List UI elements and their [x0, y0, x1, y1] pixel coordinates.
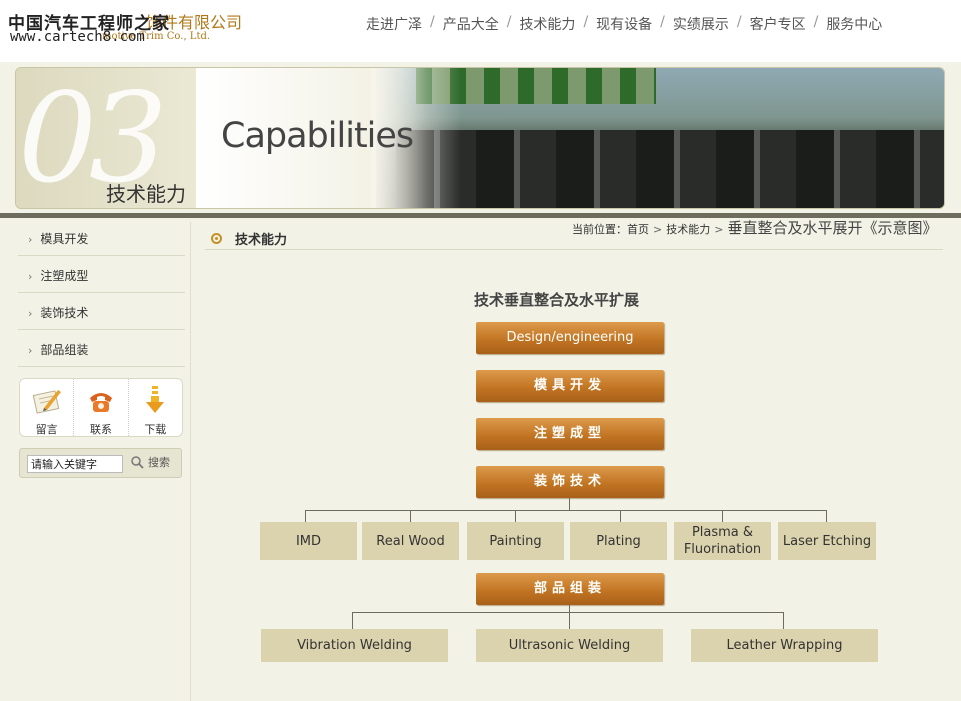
search-input[interactable] — [27, 455, 123, 473]
connector-line — [826, 510, 827, 522]
banner-title-en: Capabilities — [221, 116, 414, 156]
sidebar-item-label: 模具开发 — [40, 232, 89, 246]
quick-label-contact: 联系 — [89, 423, 112, 436]
search-icon — [131, 456, 144, 469]
nav-divider: / — [583, 14, 589, 30]
sidebar-item-mold-development[interactable]: › 模具开发 — [18, 219, 185, 256]
assembly-vibration-welding: Vibration Welding — [261, 629, 448, 662]
page-title-text: 技术能力 — [235, 233, 288, 248]
sidebar: › 模具开发 › 注塑成型 › 装饰技术 › 部品组装 留言 联系 下载 请输入… — [0, 218, 190, 701]
column-divider — [190, 222, 191, 701]
sidebar-item-decoration[interactable]: › 装饰技术 — [18, 293, 185, 330]
nav-item-customers[interactable]: 客户专区 — [744, 14, 812, 34]
download-link[interactable]: 下载 — [129, 379, 182, 436]
breadcrumb-prefix: 当前位置： — [572, 223, 627, 236]
sidebar-item-label: 注塑成型 — [40, 269, 89, 283]
nav-item-equipment[interactable]: 现有设备 — [590, 14, 658, 34]
quick-label-download: 下载 — [144, 423, 167, 436]
stage-assembly: 部品组装 — [476, 573, 664, 605]
chevron-right-icon: > — [653, 223, 663, 236]
connector-line — [352, 612, 784, 613]
nav-item-about[interactable]: 走进广泽 — [360, 14, 428, 34]
bullet-circle-icon — [211, 233, 222, 244]
sidebar-item-label: 装饰技术 — [40, 306, 89, 320]
chevron-right-icon: > — [714, 223, 724, 236]
telephone-icon — [89, 393, 112, 412]
banner-title-cn: 技术能力 — [106, 182, 186, 206]
connector-line — [569, 605, 570, 612]
assembly-leather-wrapping: Leather Wrapping — [691, 629, 878, 662]
nav-item-service[interactable]: 服务中心 — [820, 14, 888, 34]
message-link[interactable]: 留言 — [20, 379, 75, 436]
connector-line — [352, 612, 353, 629]
nav-divider: / — [506, 14, 512, 30]
contact-link[interactable]: 联系 — [74, 379, 129, 436]
breadcrumb-section[interactable]: 技术能力 — [666, 223, 710, 236]
quick-label-message: 留言 — [35, 423, 58, 436]
stage-mold-development: 模具开发 — [476, 370, 664, 402]
nav-divider: / — [736, 14, 742, 30]
search-button[interactable]: 搜索 — [130, 454, 170, 470]
connector-line — [722, 510, 723, 522]
breadcrumb-current: 垂直整合及水平展开《示意图》 — [727, 219, 938, 237]
technique-real-wood: Real Wood — [362, 522, 459, 560]
main-nav: 走进广泽 / 产品大全 / 技术能力 / 现有设备 / 实绩展示 / 客户专区 … — [360, 14, 888, 34]
nav-divider: / — [813, 14, 819, 30]
stage-decoration: 装饰技术 — [476, 466, 664, 498]
message-pencil-icon — [32, 390, 61, 414]
nav-divider: / — [660, 14, 665, 30]
hero-banner: 03 技术能力 Capabilities — [15, 67, 945, 209]
nav-item-achievements[interactable]: 实绩展示 — [667, 14, 735, 34]
technique-plasma-fluorination: Plasma & Fluorination — [674, 522, 771, 560]
title-rule — [205, 249, 943, 250]
stage-injection-molding: 注塑成型 — [476, 418, 664, 450]
office-photo-desks — [396, 130, 944, 208]
diagram-title: 技术垂直整合及水平扩展 — [474, 291, 640, 309]
breadcrumb: 当前位置：首页 > 技术能力 > 垂直整合及水平展开《示意图》 — [572, 220, 944, 238]
connector-line — [305, 510, 826, 511]
connector-line — [783, 612, 784, 629]
nav-divider: / — [430, 14, 435, 30]
nav-item-capabilities[interactable]: 技术能力 — [513, 14, 581, 34]
quick-links: 留言 联系 下载 — [19, 378, 183, 437]
connector-line — [620, 510, 621, 522]
technique-laser-etching: Laser Etching — [778, 522, 876, 560]
chevron-right-icon: › — [28, 233, 33, 246]
search-button-label: 搜索 — [148, 456, 170, 469]
nav-item-products[interactable]: 产品大全 — [437, 14, 505, 34]
connector-line — [569, 498, 570, 510]
watermark-url: www.cartech8.com — [10, 29, 145, 45]
connector-line — [305, 510, 306, 522]
technique-imd: IMD — [260, 522, 357, 560]
sidebar-item-injection-molding[interactable]: › 注塑成型 — [18, 256, 185, 293]
search-box: 搜索 — [19, 448, 182, 478]
sidebar-item-assembly[interactable]: › 部品组装 — [18, 330, 185, 367]
breadcrumb-home[interactable]: 首页 — [627, 223, 649, 236]
connector-line — [515, 510, 516, 522]
technique-painting: Painting — [467, 522, 564, 560]
download-arrow-icon — [146, 386, 165, 413]
header: 饰件有限公司 motive Trim Co., Ltd. 中国汽车工程师之家 w… — [0, 0, 961, 62]
stage-design-engineering: Design/engineering — [476, 322, 664, 354]
chevron-right-icon: › — [28, 344, 33, 357]
chevron-right-icon: › — [28, 270, 33, 283]
assembly-ultrasonic-welding: Ultrasonic Welding — [476, 629, 663, 662]
technique-plating: Plating — [570, 522, 667, 560]
chevron-right-icon: › — [28, 307, 33, 320]
connector-line — [569, 612, 570, 629]
page-title: 技术能力 — [211, 229, 287, 248]
sidebar-item-label: 部品组装 — [40, 343, 89, 357]
connector-line — [410, 510, 411, 522]
